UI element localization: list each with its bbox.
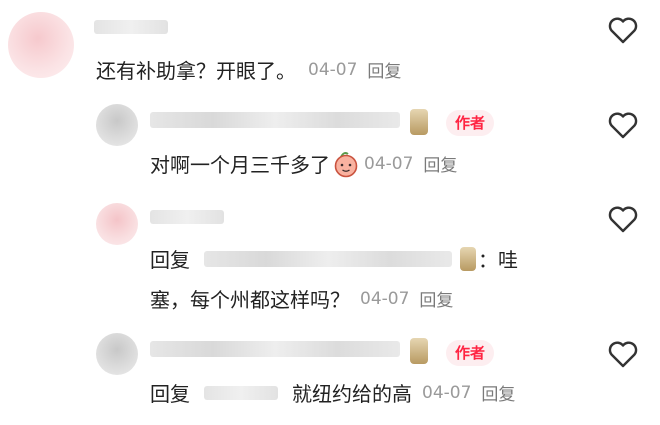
medal-icon — [460, 246, 476, 271]
reply-date: 04-07 — [360, 288, 410, 309]
mentioned-user-blurred[interactable] — [204, 385, 278, 400]
heart-outline-icon[interactable] — [608, 111, 638, 139]
peach-face-emoji — [334, 151, 358, 177]
mentioned-user-blurred[interactable] — [204, 250, 452, 267]
comment-date: 04-07 — [308, 59, 358, 80]
reply-button[interactable]: 回复 — [423, 151, 457, 176]
reply-button[interactable]: 回复 — [367, 57, 401, 82]
avatar[interactable] — [96, 333, 138, 375]
reply-date: 04-07 — [422, 382, 472, 403]
author-badge: 作者 — [446, 340, 495, 366]
reply-prefix: 回复 — [150, 382, 190, 406]
avatar[interactable] — [96, 104, 138, 146]
comment-line: 还有补助拿？开眼了。 04-07 回复 — [96, 55, 401, 84]
heart-outline-icon[interactable] — [608, 340, 638, 368]
medal-icon — [410, 338, 428, 364]
reply-line: 回复 就纽约给的高 04-07 回复 — [150, 378, 515, 407]
medal-icon — [410, 109, 428, 135]
reply-prefix: 回复 — [150, 248, 190, 272]
reply-text-part2: 塞，每个州都这样吗？ — [150, 288, 350, 312]
avatar[interactable] — [96, 203, 138, 245]
username-blurred[interactable] — [94, 20, 168, 34]
avatar[interactable] — [8, 12, 74, 78]
reply-text: 就纽约给的高 — [292, 382, 412, 406]
reply-line: 回复 ：哇 — [150, 244, 518, 273]
author-badge: 作者 — [446, 110, 495, 136]
reply-button[interactable]: 回复 — [481, 380, 515, 405]
username-blurred[interactable] — [150, 341, 400, 357]
reply-line-2: 塞，每个州都这样吗？ 04-07 回复 — [150, 284, 453, 313]
heart-outline-icon[interactable] — [608, 16, 638, 44]
username-blurred[interactable] — [150, 112, 400, 128]
heart-outline-icon[interactable] — [608, 205, 638, 233]
reply-line: 对啊一个月三千多了 04-07 回复 — [150, 149, 457, 178]
reply-button[interactable]: 回复 — [419, 286, 453, 311]
reply-text: 对啊一个月三千多了 — [150, 153, 330, 177]
reply-text-part1: ：哇 — [478, 248, 518, 272]
reply-date: 04-07 — [364, 153, 414, 174]
username-blurred[interactable] — [150, 210, 224, 224]
comment-text: 还有补助拿？开眼了。 — [96, 59, 296, 83]
